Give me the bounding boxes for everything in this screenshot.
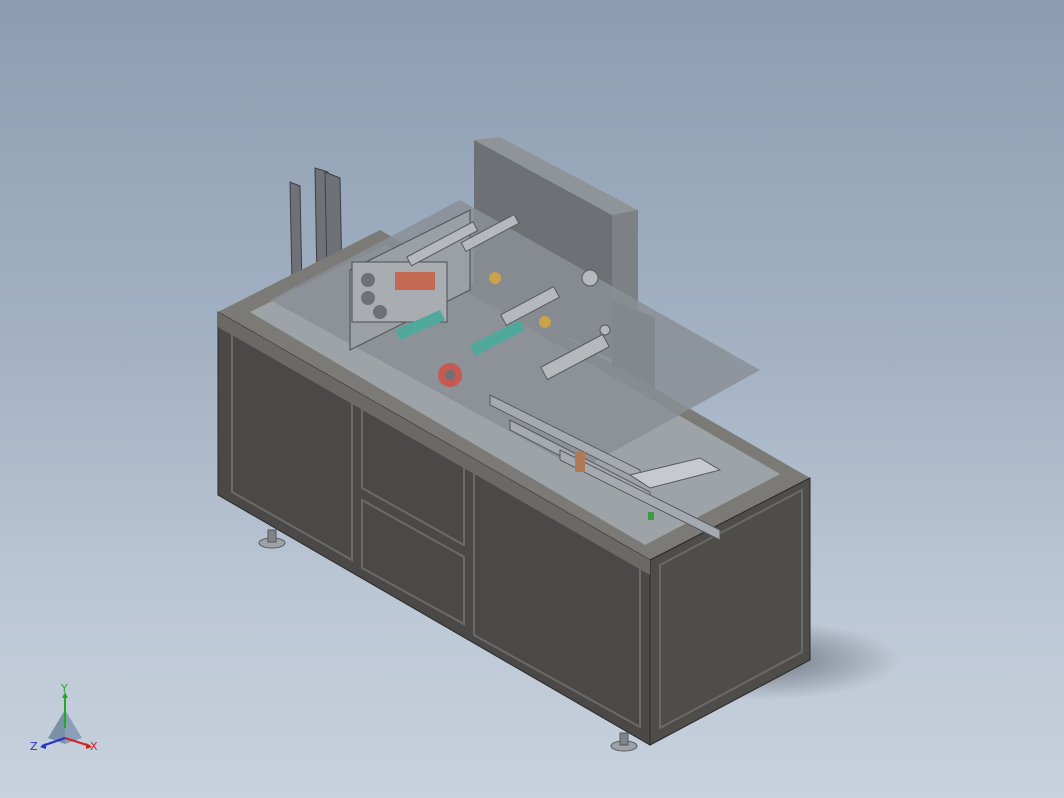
triad-shape bbox=[40, 692, 92, 749]
3d-viewport[interactable] bbox=[0, 0, 1064, 798]
x-axis-label: X bbox=[90, 740, 98, 753]
y-axis-label: Y bbox=[60, 682, 68, 695]
z-axis-label: Z bbox=[30, 740, 38, 753]
axis-triad: Y X Z bbox=[30, 682, 98, 753]
machine-model[interactable] bbox=[217, 137, 900, 752]
